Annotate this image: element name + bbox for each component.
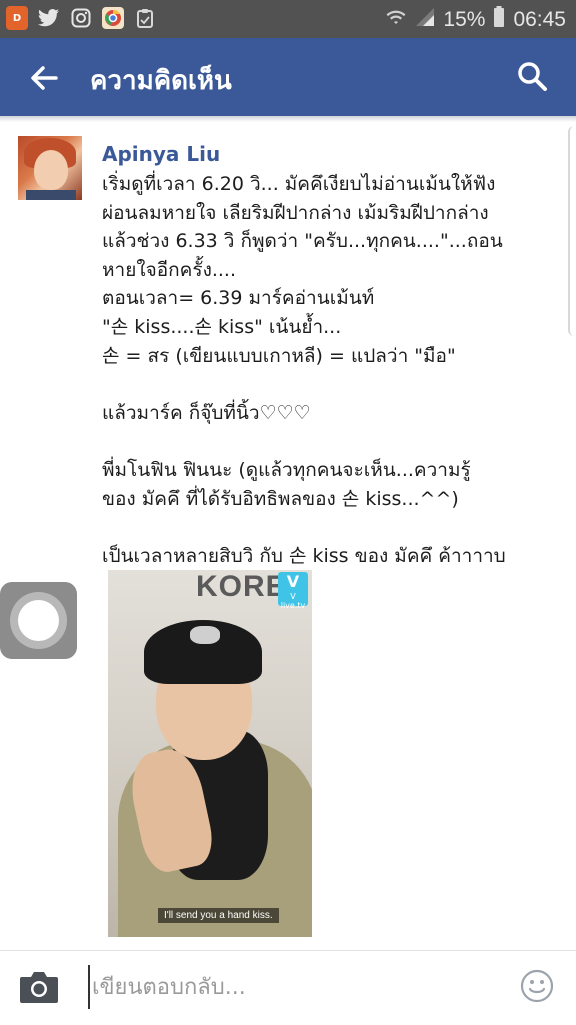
wifi-icon <box>385 8 407 32</box>
comment-line <box>102 370 552 399</box>
battery-icon <box>493 6 505 34</box>
comment-line: เริ่มดูที่เวลา 6.20 วิ... มัคคึเงียบไม่อ… <box>102 173 496 195</box>
camera-button[interactable] <box>18 967 60 1007</box>
comment-line: ผ่อนลมหายใจ เลียริมฝีปากล่าง เม้มริมฝีปา… <box>102 201 489 224</box>
app-header: ความคิดเห็น <box>0 38 576 116</box>
scroll-indicator <box>568 126 576 336</box>
comment-line: "손 kiss....손 kiss" เน้นย้ำ... <box>102 315 342 338</box>
comment-line: พี่มโนฟิน ฟินนะ (ดูแล้วทุกคนจะเห็น...ควา… <box>102 458 471 481</box>
comment-line: หายใจอีกครั้ง.... <box>102 258 237 281</box>
system-status: 15% 06:45 <box>385 6 566 34</box>
arrow-left-icon <box>31 66 58 90</box>
vlive-logo: VV live.tv <box>278 572 308 610</box>
reply-bar <box>0 950 576 1025</box>
battery-percent: 15% <box>443 8 486 31</box>
avatar[interactable] <box>18 136 82 200</box>
video-caption: I'll send you a hand kiss. <box>158 908 279 923</box>
clock: 06:45 <box>513 8 566 31</box>
sign-text: KORE <box>196 570 287 603</box>
comment-line: ตอนเวลา= 6.39 มาร์คอ่านเม้นท์ <box>102 287 375 310</box>
comment-photo[interactable]: KORE VV live.tv I'll send you a hand kis… <box>108 570 312 937</box>
comment-line: เป็นเวลาหลายสิบวิ กับ 손 kiss ของ มัคคึ ค… <box>102 544 506 567</box>
header-divider <box>0 116 576 122</box>
chrome-icon <box>102 7 124 29</box>
clipboard-icon <box>134 7 156 29</box>
comment-line: แล้วช่วง 6.33 วิ ก็พูดว่า "ครับ...ทุกคน.… <box>102 230 503 253</box>
comment-line: 손 = สร (เขียนแบบเกาหลี) = แปลว่า "มือ" <box>102 344 456 367</box>
comment-text: เริ่มดูที่เวลา 6.20 วิ... มัคคึเงียบไม่อ… <box>102 170 552 570</box>
assistive-touch-button[interactable] <box>0 582 77 659</box>
comment-line: แล้วมาร์ค ก็จุ๊บที่นิ้ว♡♡♡ <box>102 401 311 424</box>
smiley-icon <box>520 969 554 1003</box>
comment-author[interactable]: Apinya Liu <box>102 142 220 166</box>
back-button[interactable] <box>26 60 62 96</box>
notification-icons: D <box>6 6 156 30</box>
emoji-button[interactable] <box>520 969 554 1003</box>
comment-line <box>102 513 552 542</box>
twitter-icon <box>38 7 60 29</box>
signal-icon <box>415 7 435 33</box>
instagram-icon <box>70 7 92 29</box>
comment-line <box>102 427 552 456</box>
page-title: ความคิดเห็น <box>90 66 232 96</box>
camera-icon <box>20 972 58 1003</box>
reply-input[interactable] <box>88 965 492 1009</box>
app-badge-icon: D <box>6 6 28 30</box>
status-bar: D 15% 06:45 <box>0 0 576 38</box>
comment-line: ของ มัคคึ ที่ได้รับอิทธิพลของ 손 kiss...^… <box>102 487 459 510</box>
search-icon <box>518 62 547 91</box>
search-button[interactable] <box>514 58 550 94</box>
